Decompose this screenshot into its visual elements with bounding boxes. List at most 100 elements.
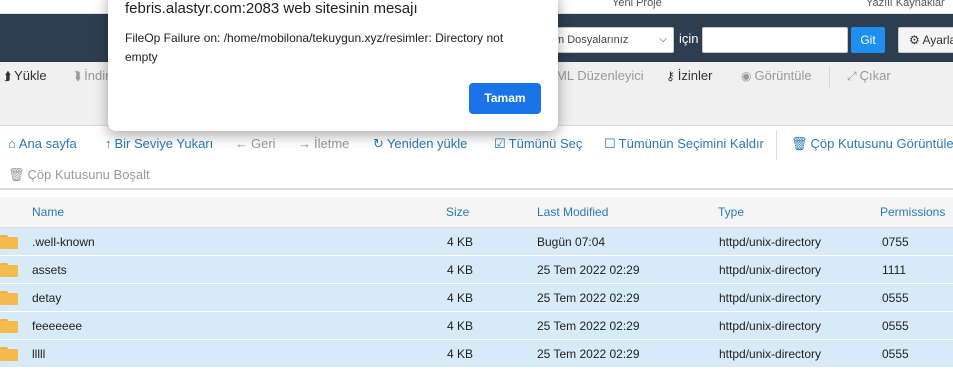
file-modified: 25 Tem 2022 02:29: [537, 263, 640, 277]
download-button[interactable]: ⮯ İndir: [74, 68, 109, 84]
home-label: Ana sayfa: [18, 136, 77, 151]
search-for-label: için: [679, 31, 699, 46]
table-row[interactable]: feeeeeee 4 KB 25 Tem 2022 02:29 httpd/un…: [0, 312, 953, 340]
up-one-level-label: Bir Seviye Yukarı: [114, 136, 214, 151]
reload-button[interactable]: ↻ Yeniden yükle: [373, 136, 467, 152]
file-modified: Bugün 07:04: [537, 235, 606, 249]
upload-button[interactable]: ⮭ Yükle: [4, 68, 47, 84]
key-icon: ⚷: [666, 69, 675, 83]
trash-icon: 🗑: [791, 136, 808, 151]
forward-button[interactable]: → İletme: [298, 136, 349, 151]
folder-icon: [0, 235, 18, 249]
view-label: Görüntüle: [754, 68, 812, 83]
home-button[interactable]: ⌂ Ana sayfa: [8, 136, 77, 151]
unselect-all-button[interactable]: ☐ Tümünün Seçimini Kaldır: [604, 136, 764, 152]
chevron-down-icon: ⌵: [659, 34, 667, 45]
extract-label: Çıkar: [859, 68, 891, 83]
home-icon: ⌂: [8, 136, 16, 151]
refresh-icon: ↻: [373, 136, 384, 151]
expand-icon: ⤢: [847, 69, 857, 83]
file-modified: 25 Tem 2022 02:29: [537, 291, 640, 305]
eye-icon: ◉: [741, 69, 752, 83]
file-name[interactable]: assets: [32, 263, 67, 277]
permissions-label: İzinler: [677, 68, 713, 83]
unselect-all-label: Tümünün Seçimini Kaldır: [618, 136, 764, 151]
file-size: 4 KB: [447, 319, 474, 333]
table-row[interactable]: .well-known 4 KB Bugün 07:04 httpd/unix-…: [0, 228, 953, 256]
folder-icon: [0, 347, 18, 361]
file-name[interactable]: feeeeeee: [32, 319, 82, 333]
folder-icon: [0, 319, 18, 333]
toolbar-divider: [829, 66, 830, 88]
back-label: Geri: [251, 136, 276, 151]
file-type: httpd/unix-directory: [719, 291, 822, 305]
file-name[interactable]: .well-known: [32, 235, 95, 249]
column-header-size[interactable]: Size: [446, 205, 469, 219]
file-manager-window: Yeni Proje Yazılı Kaynaklar m Dosyaların…: [0, 0, 953, 373]
search-scope-select[interactable]: m Dosyalarınız ⌵: [548, 27, 674, 53]
checked-box-icon: ☑: [494, 136, 506, 151]
arrow-up-icon: ↑: [105, 136, 112, 151]
ok-button[interactable]: Tamam: [469, 83, 541, 114]
upload-icon: ⮭: [4, 69, 12, 83]
file-name[interactable]: lllll: [32, 347, 45, 361]
file-permissions: 0755: [882, 235, 909, 249]
select-all-label: Tümünü Seç: [508, 136, 583, 151]
file-permissions: 1111: [882, 263, 907, 277]
table-row[interactable]: assets 4 KB 25 Tem 2022 02:29 httpd/unix…: [0, 256, 953, 284]
nav-divider: [776, 130, 777, 160]
file-modified: 25 Tem 2022 02:29: [537, 319, 640, 333]
file-permissions: 0555: [882, 291, 909, 305]
search-input[interactable]: [702, 27, 848, 53]
column-header-name[interactable]: Name: [32, 205, 64, 219]
go-button[interactable]: Git: [851, 27, 885, 53]
file-type: httpd/unix-directory: [719, 319, 822, 333]
table-row[interactable]: lllll 4 KB 25 Tem 2022 02:29 httpd/unix-…: [0, 340, 953, 368]
column-header-permissions[interactable]: Permissions: [880, 205, 945, 219]
html-editor-button[interactable]: ML Düzenleyici: [556, 68, 644, 83]
view-button[interactable]: ◉ Görüntüle: [741, 68, 812, 83]
settings-button[interactable]: ⚙ Ayarlar: [898, 27, 953, 53]
trash-icon: 🗑: [8, 167, 25, 182]
bookmark-item[interactable]: Yeni Proje: [612, 0, 662, 9]
dialog-message: FileOp Failure on: /home/mobilona/tekuyg…: [125, 31, 504, 64]
empty-trash-label: Çöp Kutusunu Boşalt: [27, 167, 150, 182]
file-modified: 25 Tem 2022 02:29: [537, 347, 640, 361]
column-header-last-modified[interactable]: Last Modified: [537, 205, 608, 219]
settings-label: Ayarlar: [922, 33, 953, 47]
gear-icon: ⚙: [909, 33, 920, 47]
download-icon: ⮯: [74, 69, 82, 83]
select-all-button[interactable]: ☑ Tümünü Seç: [494, 136, 582, 152]
html-editor-label: ML Düzenleyici: [556, 68, 644, 83]
arrow-right-icon: →: [298, 136, 311, 151]
file-type: httpd/unix-directory: [719, 263, 822, 277]
view-trash-button[interactable]: 🗑 Çöp Kutusunu Görüntüle: [791, 136, 953, 152]
bookmark-item[interactable]: Yazılı Kaynaklar: [866, 0, 945, 9]
folder-icon: [0, 263, 18, 277]
forward-label: İletme: [314, 136, 350, 151]
reload-label: Yeniden yükle: [386, 136, 468, 151]
file-size: 4 KB: [447, 291, 474, 305]
file-permissions: 0555: [882, 347, 909, 361]
file-size: 4 KB: [447, 263, 474, 277]
alert-dialog: febris.alastyr.com:2083 web sitesinin me…: [108, 0, 558, 131]
empty-trash-button[interactable]: 🗑 Çöp Kutusunu Boşalt: [8, 167, 150, 183]
dialog-title: febris.alastyr.com:2083 web sitesinin me…: [125, 0, 418, 17]
table-row[interactable]: detay 4 KB 25 Tem 2022 02:29 httpd/unix-…: [0, 284, 953, 312]
file-permissions: 0555: [882, 319, 909, 333]
file-name[interactable]: detay: [32, 291, 61, 305]
back-button[interactable]: ← Geri: [235, 136, 276, 151]
arrow-left-icon: ←: [235, 136, 248, 151]
up-one-level-button[interactable]: ↑ Bir Seviye Yukarı: [105, 136, 213, 151]
file-type: httpd/unix-directory: [719, 235, 822, 249]
permissions-button[interactable]: ⚷ İzinler: [666, 68, 712, 83]
file-table-header: Name Size Last Modified Type Permissions: [0, 197, 953, 228]
empty-box-icon: ☐: [604, 136, 616, 151]
view-trash-label: Çöp Kutusunu Görüntüle: [810, 136, 953, 151]
file-size: 4 KB: [447, 347, 474, 361]
folder-icon: [0, 291, 18, 305]
extract-button[interactable]: ⤢ Çıkar: [847, 68, 891, 84]
column-header-type[interactable]: Type: [718, 205, 744, 219]
file-type: httpd/unix-directory: [719, 347, 822, 361]
file-size: 4 KB: [447, 235, 474, 249]
